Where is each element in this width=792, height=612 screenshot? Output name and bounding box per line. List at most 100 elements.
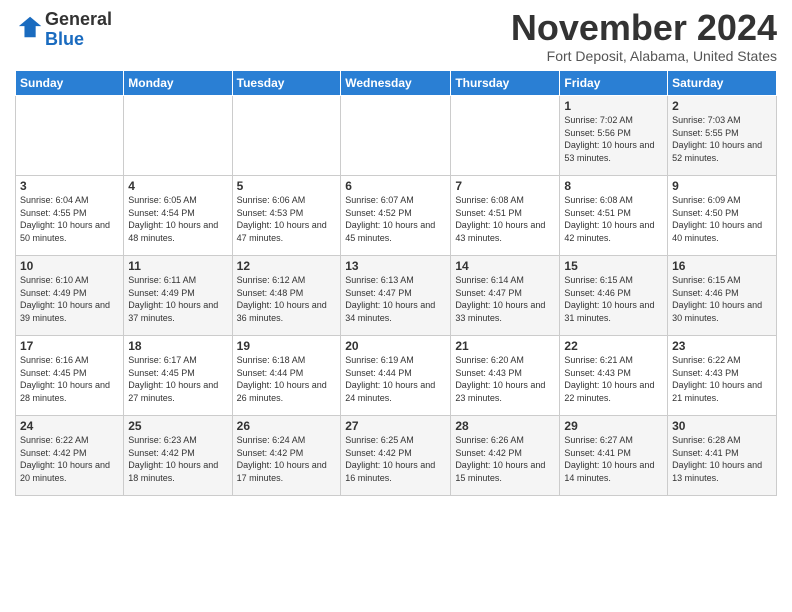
logo-blue: Blue xyxy=(45,29,84,49)
day-cell-4-5: 29Sunrise: 6:27 AM Sunset: 4:41 PM Dayli… xyxy=(560,416,668,496)
day-info-3: Sunrise: 6:04 AM Sunset: 4:55 PM Dayligh… xyxy=(20,194,119,244)
calendar-header: Sunday Monday Tuesday Wednesday Thursday… xyxy=(16,71,777,96)
day-info-7: Sunrise: 6:08 AM Sunset: 4:51 PM Dayligh… xyxy=(455,194,555,244)
day-info-4: Sunrise: 6:05 AM Sunset: 4:54 PM Dayligh… xyxy=(128,194,227,244)
day-info-26: Sunrise: 6:24 AM Sunset: 4:42 PM Dayligh… xyxy=(237,434,337,484)
day-info-17: Sunrise: 6:16 AM Sunset: 4:45 PM Dayligh… xyxy=(20,354,119,404)
week-row-3: 17Sunrise: 6:16 AM Sunset: 4:45 PM Dayli… xyxy=(16,336,777,416)
day-info-24: Sunrise: 6:22 AM Sunset: 4:42 PM Dayligh… xyxy=(20,434,119,484)
day-cell-0-5: 1Sunrise: 7:02 AM Sunset: 5:56 PM Daylig… xyxy=(560,96,668,176)
day-cell-2-1: 11Sunrise: 6:11 AM Sunset: 4:49 PM Dayli… xyxy=(124,256,232,336)
day-info-8: Sunrise: 6:08 AM Sunset: 4:51 PM Dayligh… xyxy=(564,194,663,244)
day-number-28: 28 xyxy=(455,419,555,433)
day-cell-4-6: 30Sunrise: 6:28 AM Sunset: 4:41 PM Dayli… xyxy=(668,416,777,496)
day-info-23: Sunrise: 6:22 AM Sunset: 4:43 PM Dayligh… xyxy=(672,354,772,404)
week-row-0: 1Sunrise: 7:02 AM Sunset: 5:56 PM Daylig… xyxy=(16,96,777,176)
day-info-28: Sunrise: 6:26 AM Sunset: 4:42 PM Dayligh… xyxy=(455,434,555,484)
day-cell-4-4: 28Sunrise: 6:26 AM Sunset: 4:42 PM Dayli… xyxy=(451,416,560,496)
day-info-27: Sunrise: 6:25 AM Sunset: 4:42 PM Dayligh… xyxy=(345,434,446,484)
weekday-monday: Monday xyxy=(124,71,232,96)
day-cell-1-0: 3Sunrise: 6:04 AM Sunset: 4:55 PM Daylig… xyxy=(16,176,124,256)
day-info-2: Sunrise: 7:03 AM Sunset: 5:55 PM Dayligh… xyxy=(672,114,772,164)
day-number-13: 13 xyxy=(345,259,446,273)
day-number-18: 18 xyxy=(128,339,227,353)
day-cell-0-6: 2Sunrise: 7:03 AM Sunset: 5:55 PM Daylig… xyxy=(668,96,777,176)
day-number-4: 4 xyxy=(128,179,227,193)
day-cell-3-6: 23Sunrise: 6:22 AM Sunset: 4:43 PM Dayli… xyxy=(668,336,777,416)
day-cell-1-6: 9Sunrise: 6:09 AM Sunset: 4:50 PM Daylig… xyxy=(668,176,777,256)
day-cell-2-3: 13Sunrise: 6:13 AM Sunset: 4:47 PM Dayli… xyxy=(341,256,451,336)
week-row-1: 3Sunrise: 6:04 AM Sunset: 4:55 PM Daylig… xyxy=(16,176,777,256)
day-number-16: 16 xyxy=(672,259,772,273)
day-cell-1-4: 7Sunrise: 6:08 AM Sunset: 4:51 PM Daylig… xyxy=(451,176,560,256)
weekday-sunday: Sunday xyxy=(16,71,124,96)
day-cell-2-0: 10Sunrise: 6:10 AM Sunset: 4:49 PM Dayli… xyxy=(16,256,124,336)
day-number-30: 30 xyxy=(672,419,772,433)
day-info-14: Sunrise: 6:14 AM Sunset: 4:47 PM Dayligh… xyxy=(455,274,555,324)
day-number-3: 3 xyxy=(20,179,119,193)
weekday-thursday: Thursday xyxy=(451,71,560,96)
day-info-10: Sunrise: 6:10 AM Sunset: 4:49 PM Dayligh… xyxy=(20,274,119,324)
title-block: November 2024 Fort Deposit, Alabama, Uni… xyxy=(511,10,777,64)
day-cell-4-2: 26Sunrise: 6:24 AM Sunset: 4:42 PM Dayli… xyxy=(232,416,341,496)
day-cell-0-2 xyxy=(232,96,341,176)
day-number-22: 22 xyxy=(564,339,663,353)
day-cell-1-1: 4Sunrise: 6:05 AM Sunset: 4:54 PM Daylig… xyxy=(124,176,232,256)
weekday-row: Sunday Monday Tuesday Wednesday Thursday… xyxy=(16,71,777,96)
day-number-27: 27 xyxy=(345,419,446,433)
day-cell-0-4 xyxy=(451,96,560,176)
day-info-21: Sunrise: 6:20 AM Sunset: 4:43 PM Dayligh… xyxy=(455,354,555,404)
day-info-20: Sunrise: 6:19 AM Sunset: 4:44 PM Dayligh… xyxy=(345,354,446,404)
day-number-17: 17 xyxy=(20,339,119,353)
day-number-19: 19 xyxy=(237,339,337,353)
day-number-5: 5 xyxy=(237,179,337,193)
day-number-26: 26 xyxy=(237,419,337,433)
day-cell-3-0: 17Sunrise: 6:16 AM Sunset: 4:45 PM Dayli… xyxy=(16,336,124,416)
weekday-saturday: Saturday xyxy=(668,71,777,96)
weekday-friday: Friday xyxy=(560,71,668,96)
day-number-11: 11 xyxy=(128,259,227,273)
day-number-14: 14 xyxy=(455,259,555,273)
logo: General Blue xyxy=(15,10,112,50)
day-number-23: 23 xyxy=(672,339,772,353)
day-number-21: 21 xyxy=(455,339,555,353)
day-number-15: 15 xyxy=(564,259,663,273)
day-info-5: Sunrise: 6:06 AM Sunset: 4:53 PM Dayligh… xyxy=(237,194,337,244)
day-number-29: 29 xyxy=(564,419,663,433)
day-info-1: Sunrise: 7:02 AM Sunset: 5:56 PM Dayligh… xyxy=(564,114,663,164)
day-cell-2-4: 14Sunrise: 6:14 AM Sunset: 4:47 PM Dayli… xyxy=(451,256,560,336)
day-cell-1-3: 6Sunrise: 6:07 AM Sunset: 4:52 PM Daylig… xyxy=(341,176,451,256)
day-info-6: Sunrise: 6:07 AM Sunset: 4:52 PM Dayligh… xyxy=(345,194,446,244)
logo-general: General xyxy=(45,9,112,29)
day-cell-4-1: 25Sunrise: 6:23 AM Sunset: 4:42 PM Dayli… xyxy=(124,416,232,496)
day-number-6: 6 xyxy=(345,179,446,193)
day-cell-4-3: 27Sunrise: 6:25 AM Sunset: 4:42 PM Dayli… xyxy=(341,416,451,496)
day-cell-1-2: 5Sunrise: 6:06 AM Sunset: 4:53 PM Daylig… xyxy=(232,176,341,256)
day-number-12: 12 xyxy=(237,259,337,273)
calendar-body: 1Sunrise: 7:02 AM Sunset: 5:56 PM Daylig… xyxy=(16,96,777,496)
day-cell-3-3: 20Sunrise: 6:19 AM Sunset: 4:44 PM Dayli… xyxy=(341,336,451,416)
day-number-1: 1 xyxy=(564,99,663,113)
day-info-16: Sunrise: 6:15 AM Sunset: 4:46 PM Dayligh… xyxy=(672,274,772,324)
header: General Blue November 2024 Fort Deposit,… xyxy=(15,10,777,64)
day-cell-3-4: 21Sunrise: 6:20 AM Sunset: 4:43 PM Dayli… xyxy=(451,336,560,416)
day-info-18: Sunrise: 6:17 AM Sunset: 4:45 PM Dayligh… xyxy=(128,354,227,404)
week-row-4: 24Sunrise: 6:22 AM Sunset: 4:42 PM Dayli… xyxy=(16,416,777,496)
day-cell-4-0: 24Sunrise: 6:22 AM Sunset: 4:42 PM Dayli… xyxy=(16,416,124,496)
day-cell-1-5: 8Sunrise: 6:08 AM Sunset: 4:51 PM Daylig… xyxy=(560,176,668,256)
day-number-10: 10 xyxy=(20,259,119,273)
day-info-9: Sunrise: 6:09 AM Sunset: 4:50 PM Dayligh… xyxy=(672,194,772,244)
day-number-20: 20 xyxy=(345,339,446,353)
day-info-19: Sunrise: 6:18 AM Sunset: 4:44 PM Dayligh… xyxy=(237,354,337,404)
day-info-11: Sunrise: 6:11 AM Sunset: 4:49 PM Dayligh… xyxy=(128,274,227,324)
day-info-13: Sunrise: 6:13 AM Sunset: 4:47 PM Dayligh… xyxy=(345,274,446,324)
day-number-2: 2 xyxy=(672,99,772,113)
day-number-8: 8 xyxy=(564,179,663,193)
month-title: November 2024 xyxy=(511,10,777,46)
day-info-12: Sunrise: 6:12 AM Sunset: 4:48 PM Dayligh… xyxy=(237,274,337,324)
day-info-22: Sunrise: 6:21 AM Sunset: 4:43 PM Dayligh… xyxy=(564,354,663,404)
location: Fort Deposit, Alabama, United States xyxy=(511,48,777,64)
day-cell-0-3 xyxy=(341,96,451,176)
day-info-30: Sunrise: 6:28 AM Sunset: 4:41 PM Dayligh… xyxy=(672,434,772,484)
calendar: Sunday Monday Tuesday Wednesday Thursday… xyxy=(15,70,777,496)
